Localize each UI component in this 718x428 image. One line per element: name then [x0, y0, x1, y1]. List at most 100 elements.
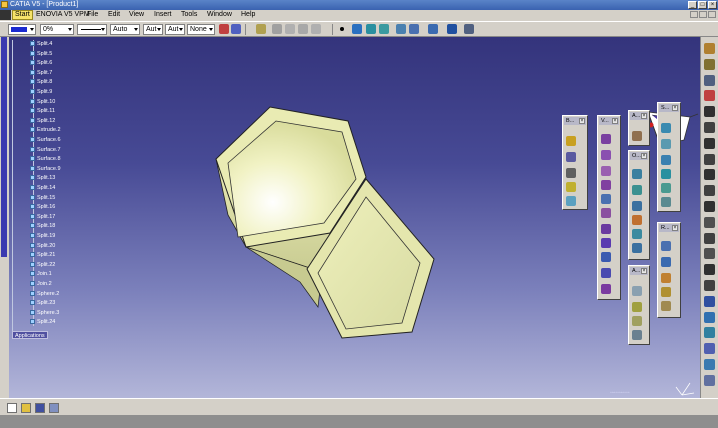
tree-item[interactable]: Surface.8 — [30, 155, 61, 164]
curve-icon[interactable] — [704, 137, 715, 149]
mdi-minimize-button[interactable] — [690, 11, 698, 18]
line-tool-icon[interactable] — [632, 302, 642, 312]
intersect-icon[interactable] — [704, 232, 715, 244]
close-icon[interactable]: × — [579, 118, 585, 124]
mdi-close-button[interactable] — [708, 11, 716, 18]
tree-item[interactable]: Split.13 — [30, 174, 55, 183]
repetition-icon[interactable] — [632, 330, 642, 340]
layer-dropdown[interactable]: Aut — [165, 24, 185, 35]
sweep-icon[interactable] — [661, 169, 671, 179]
tree-item[interactable]: Surface.6 — [30, 136, 61, 145]
cylinder-icon[interactable] — [661, 139, 671, 149]
minimize-button[interactable]: _ — [688, 1, 697, 9]
menu-window[interactable]: Window — [207, 10, 232, 20]
painter-icon[interactable] — [219, 24, 229, 34]
print-icon[interactable] — [49, 403, 59, 413]
tree-item[interactable]: Surface.9 — [30, 165, 61, 174]
snap-icon[interactable] — [352, 24, 362, 34]
transparency-dropdown[interactable]: 0% — [40, 24, 74, 35]
catia-app-icon[interactable] — [1, 1, 8, 8]
scaling-icon[interactable] — [632, 215, 642, 225]
pad-icon[interactable] — [601, 150, 611, 160]
tree-item[interactable]: Split.14 — [30, 184, 55, 193]
axis-to-axis-icon[interactable] — [632, 243, 642, 253]
zoom-out-icon[interactable] — [311, 24, 321, 34]
fit-all-icon[interactable] — [256, 24, 266, 34]
render-style-dropdown[interactable]: None — [187, 24, 215, 35]
rib-icon[interactable] — [601, 224, 611, 234]
render-icon[interactable] — [704, 327, 715, 339]
save-icon[interactable] — [35, 403, 45, 413]
revolve-icon[interactable] — [661, 197, 671, 207]
3d-model-view[interactable] — [0, 37, 700, 398]
shaft-icon[interactable] — [601, 180, 611, 190]
thick-icon[interactable] — [601, 284, 611, 294]
3d-viewport[interactable] — [0, 37, 700, 398]
close-icon[interactable]: × — [641, 113, 647, 119]
tree-item[interactable]: Split.12 — [30, 117, 55, 126]
tree-item[interactable]: Split.6 — [30, 59, 52, 68]
pan-icon[interactable] — [272, 24, 282, 34]
tree-item[interactable]: Split.22 — [30, 261, 55, 270]
new-icon[interactable] — [7, 403, 17, 413]
tree-item[interactable]: Sphere.3 — [30, 309, 59, 318]
shading-icon[interactable] — [409, 24, 419, 34]
tree-item[interactable]: Split.18 — [30, 222, 55, 231]
tree-item[interactable]: Split.24 — [30, 318, 55, 327]
tree-item[interactable]: Split.16 — [30, 203, 55, 212]
translate-icon[interactable] — [632, 169, 642, 179]
open-icon[interactable] — [21, 403, 31, 413]
properties-icon[interactable] — [231, 24, 241, 34]
tree-item[interactable]: Split.15 — [30, 194, 55, 203]
join-icon[interactable] — [661, 241, 671, 251]
tree-item[interactable]: Split.7 — [30, 69, 52, 78]
split-icon[interactable] — [661, 273, 671, 283]
close-icon[interactable]: × — [612, 118, 618, 124]
hole-icon[interactable] — [601, 208, 611, 218]
hide-show-icon[interactable] — [428, 24, 438, 34]
rotate-feature-icon[interactable] — [632, 185, 642, 195]
menu-tools[interactable]: Tools — [181, 10, 197, 20]
spiral-icon[interactable] — [704, 295, 715, 307]
symmetry-icon[interactable] — [632, 201, 642, 211]
spline-icon[interactable] — [704, 153, 715, 165]
point-icon[interactable] — [340, 27, 344, 31]
light-icon[interactable] — [704, 374, 715, 386]
menu-file[interactable]: File — [87, 10, 98, 20]
parallel-icon[interactable] — [704, 264, 715, 276]
circle-icon[interactable] — [704, 185, 715, 197]
close-button[interactable]: × — [708, 1, 717, 9]
trim-icon[interactable] — [661, 287, 671, 297]
menu-start[interactable]: Start — [12, 10, 33, 20]
affinity-icon[interactable] — [632, 229, 642, 239]
menu-enovia[interactable]: ENOVIA V5 VPM — [36, 10, 90, 20]
point-style-dropdown[interactable]: Aut — [143, 24, 163, 35]
select-icon[interactable] — [704, 43, 715, 54]
tree-scrollbar[interactable] — [1, 37, 7, 257]
line-weight-dropdown[interactable]: Auto — [110, 24, 140, 35]
extrude-icon[interactable] — [661, 183, 671, 193]
tree-item[interactable]: Surface.7 — [30, 146, 61, 155]
iso-view-icon[interactable] — [396, 24, 406, 34]
tree-applications-node[interactable]: Applications — [12, 331, 48, 339]
tree-item[interactable]: Split.5 — [30, 50, 52, 59]
tree-item[interactable]: Join.2 — [30, 280, 52, 289]
tree-item[interactable]: Split.9 — [30, 88, 52, 97]
swap-visible-icon[interactable] — [447, 24, 457, 34]
tree-item[interactable]: Split.21 — [30, 251, 55, 260]
polyline-icon[interactable] — [704, 216, 715, 228]
line-type-dropdown[interactable] — [77, 24, 107, 35]
tree-item[interactable]: Split.23 — [30, 299, 55, 308]
rotate-icon[interactable] — [285, 24, 295, 34]
zoom-in-icon[interactable] — [298, 24, 308, 34]
sphere-icon[interactable] — [661, 123, 671, 133]
boundary-extract-icon[interactable] — [661, 301, 671, 311]
tree-item[interactable]: Split.4 — [30, 40, 52, 49]
constraint-icon[interactable] — [704, 90, 715, 102]
tree-item[interactable]: Split.17 — [30, 213, 55, 222]
tree-item[interactable]: Sphere.2 — [30, 290, 59, 299]
mdi-restore-button[interactable] — [699, 11, 707, 18]
multi-view-icon[interactable] — [379, 24, 389, 34]
fill-icon[interactable] — [566, 182, 576, 192]
slot-icon[interactable] — [601, 238, 611, 248]
